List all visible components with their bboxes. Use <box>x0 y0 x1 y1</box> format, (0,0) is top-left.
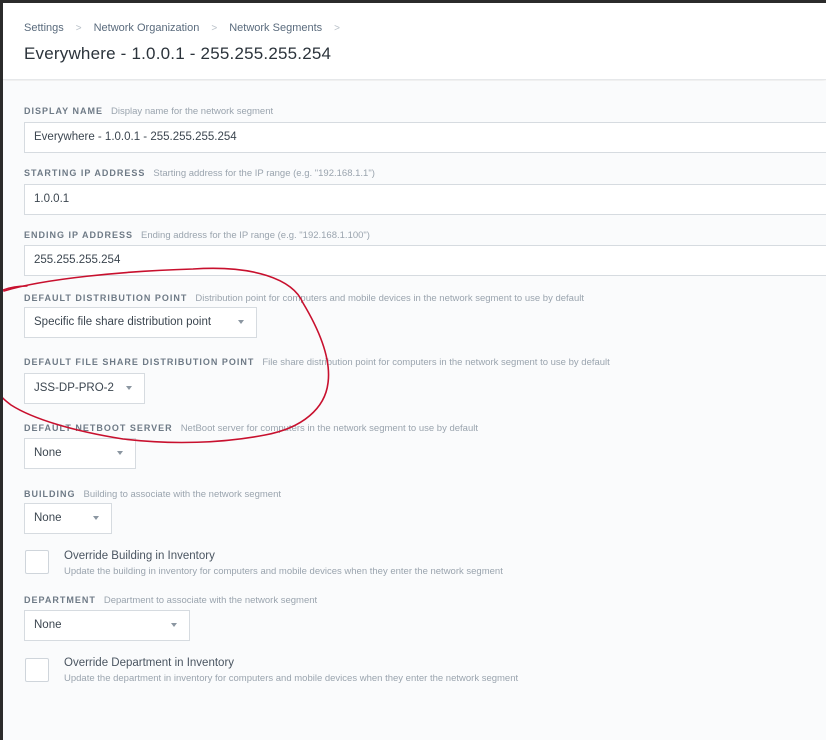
chevron-right-icon: > <box>75 22 82 34</box>
building-description: Building to associate with the network s… <box>83 489 282 500</box>
building-label: BUILDING Building to associate with the n… <box>24 489 281 500</box>
override-building-checkbox[interactable] <box>25 550 49 574</box>
default-netboot-server-select[interactable]: None <box>24 438 136 469</box>
chevron-right-icon: > <box>211 22 218 34</box>
breadcrumb-network-organization[interactable]: Network Organization <box>94 22 200 34</box>
display-name-label-text: DISPLAY NAME <box>24 106 104 116</box>
default-file-share-dp-value: JSS-DP-PRO-2 <box>34 382 114 394</box>
default-distribution-point-label-text: DEFAULT DISTRIBUTION POINT <box>24 293 188 303</box>
caret-down-icon <box>93 516 99 520</box>
override-department-checkbox[interactable] <box>25 658 49 682</box>
page-title: Everywhere - 1.0.0.1 - 255.255.255.254 <box>24 44 332 63</box>
default-file-share-dp-description: File share distribution point for comput… <box>262 357 610 368</box>
default-distribution-point-label: DEFAULT DISTRIBUTION POINT Distribution p… <box>24 293 584 304</box>
building-label-text: BUILDING <box>24 489 76 499</box>
caret-down-icon <box>117 451 123 455</box>
department-description: Department to associate with the network… <box>103 595 318 606</box>
ending-ip-input[interactable]: 255.255.255.254 <box>24 245 826 276</box>
ending-ip-label: ENDING IP ADDRESS Ending address for the … <box>24 230 370 241</box>
starting-ip-input[interactable]: 1.0.0.1 <box>24 184 826 215</box>
default-netboot-server-value: None <box>34 447 62 459</box>
override-department-title: Override Department in Inventory <box>64 657 235 669</box>
override-building-title: Override Building in Inventory <box>64 550 215 562</box>
department-select[interactable]: None <box>24 610 190 641</box>
default-distribution-point-value: Specific file share distribution point <box>34 316 212 328</box>
breadcrumb-network-segments[interactable]: Network Segments <box>229 22 322 34</box>
department-label: DEPARTMENT Department to associate with t… <box>24 595 317 606</box>
override-department-description: Update the department in inventory for c… <box>64 673 519 684</box>
caret-down-icon <box>171 623 177 627</box>
form-area: DISPLAY NAME Display name for the network… <box>3 81 826 740</box>
display-name-input[interactable]: Everywhere - 1.0.0.1 - 255.255.255.254 <box>24 122 826 153</box>
default-netboot-server-label-text: DEFAULT NETBOOT SERVER <box>24 423 173 433</box>
ending-ip-label-text: ENDING IP ADDRESS <box>24 230 134 240</box>
caret-down-icon <box>238 320 244 324</box>
breadcrumb-settings[interactable]: Settings <box>24 22 64 34</box>
display-name-description: Display name for the network segment <box>111 106 274 117</box>
default-file-share-dp-select[interactable]: JSS-DP-PRO-2 <box>24 373 145 404</box>
app-window: Settings > Network Organization > Networ… <box>3 3 826 740</box>
ending-ip-description: Ending address for the IP range (e.g. "1… <box>141 230 370 241</box>
override-building-description: Update the building in inventory for com… <box>64 566 503 577</box>
default-file-share-dp-label-text: DEFAULT FILE SHARE DISTRIBUTION POINT <box>24 357 255 367</box>
starting-ip-label: STARTING IP ADDRESS Starting address for … <box>24 168 375 179</box>
default-distribution-point-select[interactable]: Specific file share distribution point <box>24 307 257 338</box>
caret-down-icon <box>126 386 132 390</box>
default-netboot-server-label: DEFAULT NETBOOT SERVER NetBoot server for… <box>24 423 478 434</box>
default-distribution-point-description: Distribution point for computers and mob… <box>195 293 584 304</box>
display-name-label: DISPLAY NAME Display name for the network… <box>24 106 273 117</box>
department-value: None <box>34 619 62 631</box>
page-header: Settings > Network Organization > Networ… <box>3 3 826 80</box>
starting-ip-label-text: STARTING IP ADDRESS <box>24 168 146 178</box>
building-value: None <box>34 512 62 524</box>
starting-ip-description: Starting address for the IP range (e.g. … <box>153 168 375 179</box>
department-label-text: DEPARTMENT <box>24 595 96 605</box>
building-select[interactable]: None <box>24 503 112 534</box>
chevron-right-icon: > <box>334 22 340 34</box>
breadcrumb: Settings > Network Organization > Networ… <box>24 22 352 34</box>
default-file-share-dp-label: DEFAULT FILE SHARE DISTRIBUTION POINT Fil… <box>24 357 610 368</box>
default-netboot-server-description: NetBoot server for computers in the netw… <box>180 423 478 434</box>
